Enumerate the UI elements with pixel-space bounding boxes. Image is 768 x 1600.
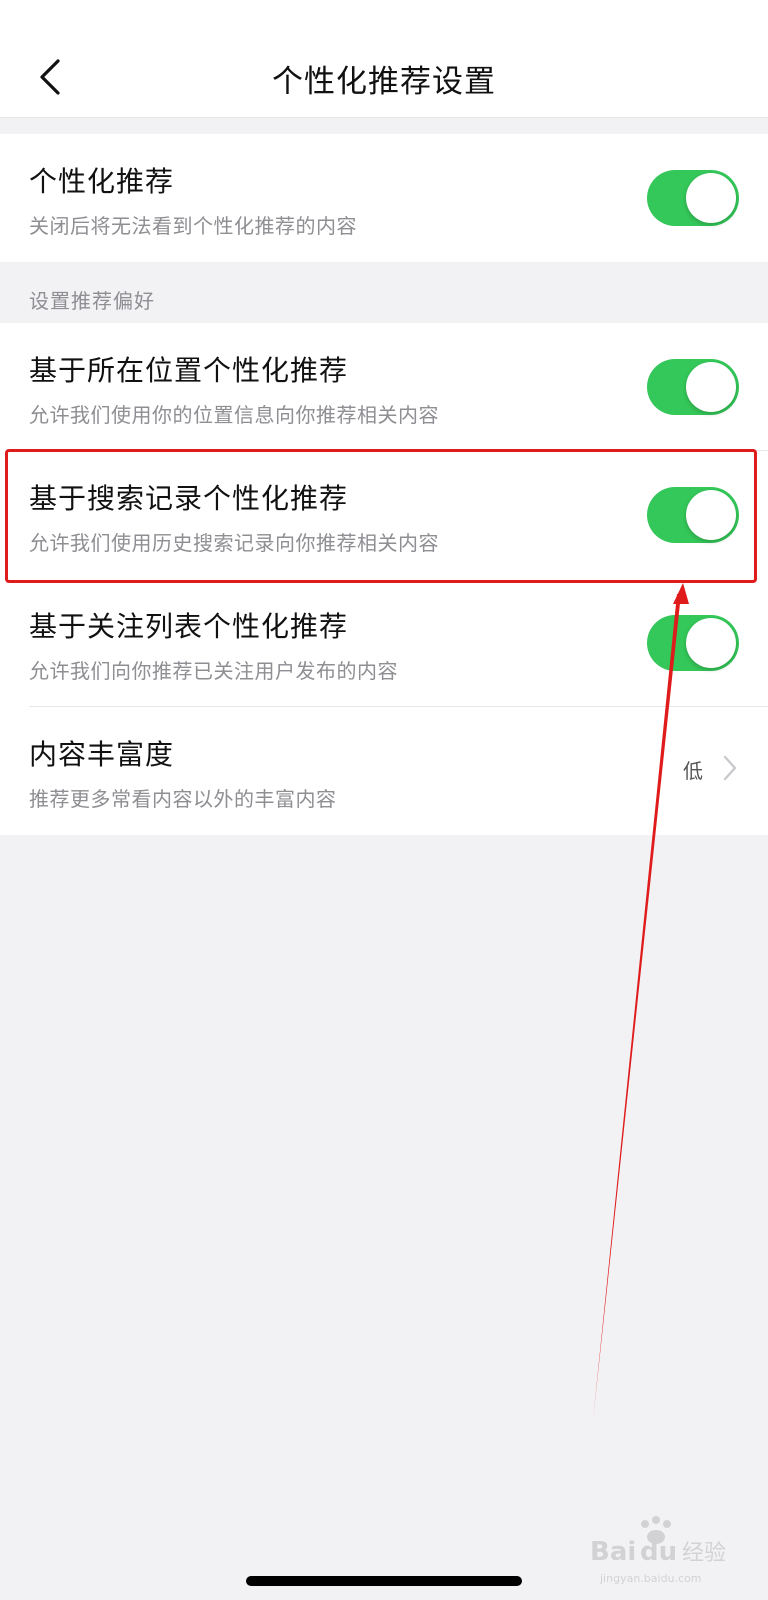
chevron-right-icon xyxy=(723,755,737,781)
preference-title: 基于关注列表个性化推荐 xyxy=(29,610,349,643)
preference-title: 基于所在位置个性化推荐 xyxy=(29,354,349,387)
svg-text:Bai: Bai xyxy=(590,1537,636,1567)
preference-description: 允许我们使用你的位置信息向你推荐相关内容 xyxy=(29,403,439,427)
following-toggle[interactable] xyxy=(647,615,739,671)
toggle-knob xyxy=(686,618,736,668)
setting-description: 关闭后将无法看到个性化推荐的内容 xyxy=(29,214,357,238)
location-toggle[interactable] xyxy=(647,359,739,415)
toggle-knob xyxy=(686,173,736,223)
personalized-toggle[interactable] xyxy=(647,170,739,226)
preferences-card: 基于所在位置个性化推荐 允许我们使用你的位置信息向你推荐相关内容 基于搜索记录个… xyxy=(0,323,768,835)
richness-description: 推荐更多常看内容以外的丰富内容 xyxy=(29,787,337,811)
richness-title: 内容丰富度 xyxy=(29,738,175,771)
svg-text:jingyan.baidu.com: jingyan.baidu.com xyxy=(599,1572,702,1585)
toggle-knob xyxy=(686,490,736,540)
richness-value: 低 xyxy=(683,759,703,783)
preference-description: 允许我们使用历史搜索记录向你推荐相关内容 xyxy=(29,531,439,555)
navigation-bar: 个性化推荐设置 xyxy=(0,0,768,118)
preference-row-location: 基于所在位置个性化推荐 允许我们使用你的位置信息向你推荐相关内容 xyxy=(0,323,768,451)
preference-title: 基于搜索记录个性化推荐 xyxy=(29,482,349,515)
svg-text:经验: 经验 xyxy=(682,1541,726,1566)
preference-description: 允许我们向你推荐已关注用户发布的内容 xyxy=(29,659,398,683)
home-indicator[interactable] xyxy=(246,1576,522,1586)
search-history-toggle[interactable] xyxy=(647,487,739,543)
section-header: 设置推荐偏好 xyxy=(29,289,155,313)
svg-text:du: du xyxy=(640,1537,677,1567)
richness-row[interactable]: 内容丰富度 推荐更多常看内容以外的丰富内容 低 xyxy=(0,707,768,835)
baidu-jingyan-watermark: Bai du 经验 jingyan.baidu.com xyxy=(590,1516,726,1585)
main-setting-card: 个性化推荐 关闭后将无法看到个性化推荐的内容 xyxy=(0,134,768,262)
toggle-knob xyxy=(686,362,736,412)
preference-row-following: 基于关注列表个性化推荐 允许我们向你推荐已关注用户发布的内容 xyxy=(0,579,768,707)
page-title: 个性化推荐设置 xyxy=(272,64,496,100)
setting-title: 个性化推荐 xyxy=(29,165,175,198)
setting-row-personalized: 个性化推荐 关闭后将无法看到个性化推荐的内容 xyxy=(0,134,768,262)
preference-row-search-history: 基于搜索记录个性化推荐 允许我们使用历史搜索记录向你推荐相关内容 xyxy=(0,451,768,579)
